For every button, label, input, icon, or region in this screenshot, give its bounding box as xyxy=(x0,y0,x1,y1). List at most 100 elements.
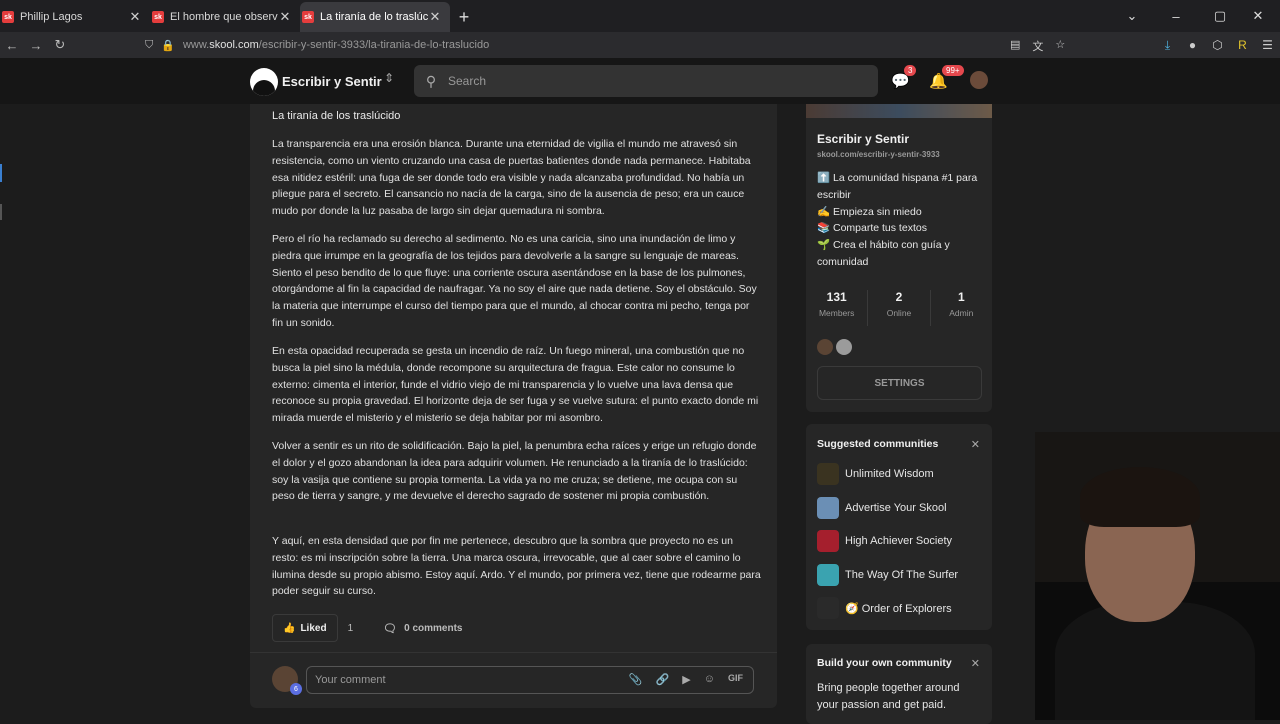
user-avatar[interactable] xyxy=(970,71,988,89)
suggested-item[interactable]: High Achiever Society xyxy=(817,530,952,552)
tab-list-chevron-icon[interactable]: ⌄ xyxy=(1116,8,1148,24)
about-line: ⬆️ La comunidad hispana #1 para escribir xyxy=(817,172,978,201)
extensions-icon[interactable]: ⬡ xyxy=(1205,38,1230,52)
minimize-icon[interactable]: – xyxy=(1148,9,1204,24)
chat-badge: 3 xyxy=(904,65,917,76)
skool-favicon-icon: sk xyxy=(152,11,164,23)
stat-value: 1 xyxy=(957,290,965,304)
close-icon[interactable]: ✕ xyxy=(971,438,980,451)
emoji-icon[interactable]: ☺ xyxy=(704,673,715,686)
site-info-icon[interactable]: ⛉ xyxy=(145,39,153,52)
like-count[interactable]: 1 xyxy=(348,623,354,634)
webcam-overlay xyxy=(1035,432,1280,720)
search-icon: ⚲ xyxy=(425,72,437,89)
like-button[interactable]: 👍 Liked xyxy=(272,614,338,642)
url-prefix: www. xyxy=(182,39,210,51)
community-switcher-icon[interactable]: ⇕ xyxy=(384,71,394,85)
search-input[interactable]: Search xyxy=(448,74,486,88)
comment-bubble-icon: 🗨 xyxy=(383,622,398,635)
member-avatar[interactable] xyxy=(817,339,833,355)
close-icon[interactable]: ✕ xyxy=(971,657,980,670)
build-community-card: Build your own community ✕ Bring people … xyxy=(806,644,992,724)
post-title: La tiranía de los traslúcido xyxy=(272,110,401,122)
video-icon[interactable]: ▶ xyxy=(682,673,690,686)
suggested-item[interactable]: 🧭 Order of Explorers xyxy=(817,597,952,619)
post-card: La tiranía de los traslúcido La transpar… xyxy=(250,104,777,708)
tab-el-hombre[interactable]: sk El hombre que observó la luz III ✕ xyxy=(150,2,300,32)
about-line: 📚 Comparte tus textos xyxy=(817,222,927,235)
extension-r-icon[interactable]: R xyxy=(1230,38,1255,52)
member-avatars xyxy=(817,339,855,355)
forward-icon[interactable]: → xyxy=(24,38,48,53)
suggested-item[interactable]: Advertise Your Skool xyxy=(817,497,947,519)
build-title[interactable]: Build your own community xyxy=(817,657,952,669)
thumbs-up-icon: 👍 xyxy=(283,622,296,634)
member-avatar[interactable] xyxy=(836,339,852,355)
scroll-marker xyxy=(0,164,2,182)
tab-title: La tiranía de lo traslúcido - Escri xyxy=(320,11,428,23)
about-community-name: Escribir y Sentir xyxy=(817,132,910,146)
suggested-name: The Way Of The Surfer xyxy=(845,569,959,581)
build-description: Bring people together around your passio… xyxy=(817,682,960,711)
toolbar-extensions: ⤓ ● ⬡ R ☰ xyxy=(1155,32,1280,58)
bookmark-star-icon[interactable]: ☆ xyxy=(1055,38,1065,54)
post-reactions: 👍 Liked 1 🗨 0 comments xyxy=(272,614,462,642)
comment-placeholder: Your comment xyxy=(315,674,386,686)
reload-icon[interactable]: ↻ xyxy=(48,37,72,53)
stat-value: 131 xyxy=(826,290,847,304)
tab-title: El hombre que observó la luz III xyxy=(170,11,278,23)
back-icon[interactable]: ← xyxy=(0,38,24,53)
translate-icon[interactable]: 文 xyxy=(1032,38,1043,54)
webcam-person-hair xyxy=(1080,467,1200,527)
post-paragraph: Volver a sentir es un rito de solidifica… xyxy=(272,440,757,503)
about-line: 🌱 Crea el hábito con guía y comunidad xyxy=(817,239,950,268)
menu-icon[interactable]: ☰ xyxy=(1255,38,1280,52)
close-window-icon[interactable]: ✕ xyxy=(1236,8,1280,24)
gif-button[interactable]: GIF xyxy=(728,673,743,686)
comment-input[interactable]: Your comment 📎 🔗 ▶ ☺ GIF xyxy=(306,666,754,694)
stat-admin[interactable]: 1 Admin xyxy=(931,290,992,326)
account-icon[interactable]: ● xyxy=(1180,38,1205,52)
tab-la-tirania[interactable]: sk La tiranía de lo traslúcido - Escri ✕ xyxy=(300,2,450,32)
comments-label: 0 comments xyxy=(404,622,463,634)
reader-view-icon[interactable]: ▤ xyxy=(1010,38,1020,54)
comment-tools: 📎 🔗 ▶ ☺ GIF xyxy=(629,673,743,686)
window-controls: ⌄ – ▢ ✕ xyxy=(1116,0,1280,32)
stat-online[interactable]: 2 Online xyxy=(868,290,931,326)
tab-phillip-lagos[interactable]: sk Phillip Lagos ✕ xyxy=(0,2,150,32)
community-icon xyxy=(817,597,839,619)
close-tab-icon[interactable]: ✕ xyxy=(428,9,442,25)
search-bar[interactable]: ⚲ Search xyxy=(414,65,878,97)
skool-favicon-icon: sk xyxy=(2,11,14,23)
stat-value: 2 xyxy=(895,290,903,304)
lock-icon: 🔒 xyxy=(161,39,175,52)
community-name[interactable]: Escribir y Sentir xyxy=(282,74,382,89)
maximize-icon[interactable]: ▢ xyxy=(1204,8,1236,24)
link-icon[interactable]: 🔗 xyxy=(656,673,670,686)
download-icon[interactable]: ⤓ xyxy=(1155,38,1180,53)
community-cover-image xyxy=(806,104,992,118)
comments-count[interactable]: 🗨 0 comments xyxy=(383,622,462,635)
level-badge: 6 xyxy=(290,683,302,695)
browser-nav-bar: ← → ↻ ⛉ 🔒 www. skool.com/escribir-y-senti… xyxy=(0,32,1280,58)
stat-members[interactable]: 131 Members xyxy=(806,290,869,326)
community-logo[interactable] xyxy=(250,68,278,96)
post-paragraph: En esta opacidad recuperada se gesta un … xyxy=(272,345,759,425)
url-bar[interactable]: ⛉ 🔒 www. skool.com/escribir-y-sentir-3933… xyxy=(145,34,1075,56)
attachment-icon[interactable]: 📎 xyxy=(629,673,643,686)
stat-label: Online xyxy=(886,308,912,318)
suggested-item[interactable]: Unlimited Wisdom xyxy=(817,463,934,485)
close-tab-icon[interactable]: ✕ xyxy=(128,9,142,25)
community-about-card: Escribir y Sentir skool.com/escribir-y-s… xyxy=(806,104,992,412)
new-tab-icon[interactable]: + xyxy=(450,2,478,32)
suggested-name: High Achiever Society xyxy=(845,535,952,547)
about-community-url: skool.com/escribir-y-sentir-3933 xyxy=(817,150,940,159)
notification-badge: 99+ xyxy=(942,65,964,76)
about-line: ✍️ Empieza sin miedo xyxy=(817,205,922,218)
commenter-avatar: 6 xyxy=(272,666,302,695)
settings-button[interactable]: SETTINGS xyxy=(817,366,982,400)
community-stats: 131 Members 2 Online 1 Admin xyxy=(806,290,992,326)
suggested-item[interactable]: The Way Of The Surfer xyxy=(817,564,958,586)
close-tab-icon[interactable]: ✕ xyxy=(278,9,292,25)
like-label: Liked xyxy=(300,622,327,634)
